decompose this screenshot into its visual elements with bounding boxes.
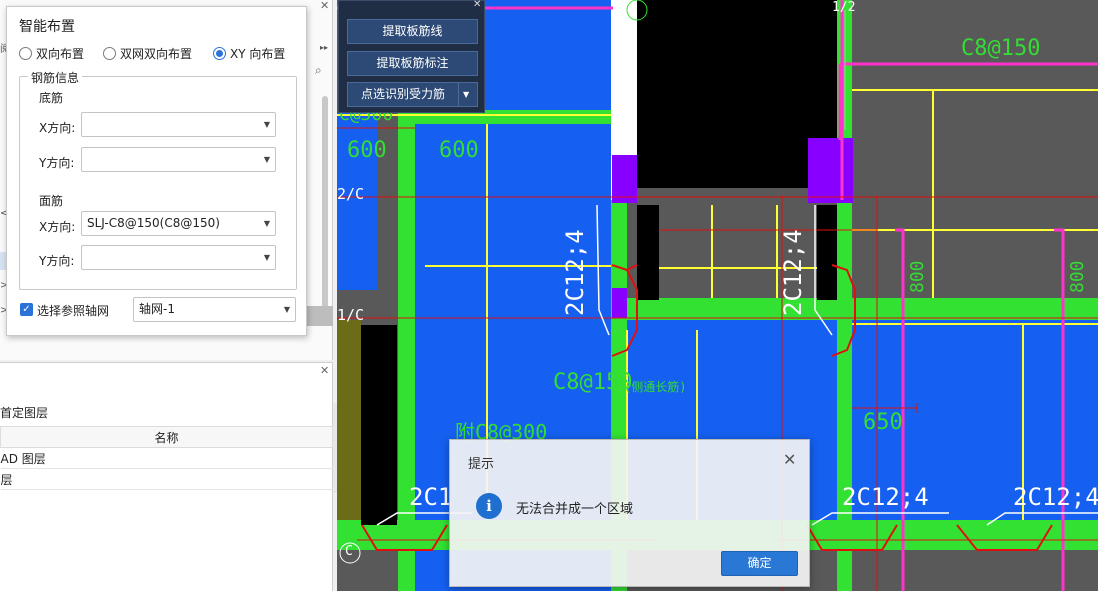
button-label: 提取板筋标注 xyxy=(376,56,449,70)
rebar-label-bottom-a: 2C12;4 xyxy=(842,483,929,511)
rebar-label-right-vertical: 2C12;4 xyxy=(779,229,807,316)
dropdown-arrow-icon[interactable]: ▼ xyxy=(284,298,290,321)
layer-row-label: AD 图层 xyxy=(0,447,333,469)
dropdown-arrow-icon[interactable]: ▼ xyxy=(264,246,270,269)
info-icon: i xyxy=(476,493,502,519)
label-c8-150-mid-note: (侧通长筋) xyxy=(624,380,687,394)
extract-rebar-labels-button[interactable]: 提取板筋标注 xyxy=(347,51,478,76)
ref-axis-checkbox-label: 选择参照轴网 xyxy=(37,304,110,318)
layer-panel-splitter[interactable] xyxy=(333,403,337,493)
rebar-label-bottom-b: 2C12;4 xyxy=(1013,483,1098,511)
table-row[interactable]: 层 xyxy=(0,468,333,490)
rebar-label-left-vertical: 2C12;4 xyxy=(561,229,589,316)
smart-layout-dialog: 智能布置 双向布置 双网双向布置 XY 向布置 钢筋信息 底筋 X方向: ▼ Y… xyxy=(6,6,307,336)
ok-button[interactable]: 确定 xyxy=(721,551,798,576)
top-y-label: Y方向: xyxy=(39,254,75,268)
extract-rebar-lines-button[interactable]: 提取板筋线 xyxy=(347,19,478,44)
label-c8-150-top: C8@150 xyxy=(961,36,1041,61)
rebar-info-group: 钢筋信息 底筋 X方向: ▼ Y方向: ▼ 面筋 X方向: SLJ-C8@150… xyxy=(19,69,297,290)
left-top-panel-close-icon[interactable]: ✕ xyxy=(320,0,329,12)
column-black-small-2 xyxy=(817,205,837,300)
dropdown-arrow-icon[interactable]: ▼ xyxy=(264,113,270,136)
radio-bidirectional[interactable]: 双向布置 xyxy=(19,45,84,62)
bottom-rebar-heading: 底筋 xyxy=(39,91,64,105)
bottom-y-label: Y方向: xyxy=(39,156,75,170)
column-black-left xyxy=(361,325,397,525)
left-gray-block xyxy=(307,306,333,326)
rebar-extract-toolbar: ✕ 提取板筋线 提取板筋标注 点选识别受力筋 ▼ xyxy=(338,0,485,113)
top-x-select[interactable]: SLJ-C8@150(C8@150) ▼ xyxy=(81,211,276,236)
info-dialog-title: 提示 xyxy=(468,457,495,472)
table-row[interactable]: AD 图层 xyxy=(0,447,333,469)
dialog-title: 智能布置 xyxy=(19,19,75,35)
rebar-label-bottom-left: 2C1 xyxy=(409,483,453,511)
dropdown-arrow-icon[interactable]: ▼ xyxy=(264,212,270,235)
radio-indicator[interactable] xyxy=(19,47,32,60)
beam-h1 xyxy=(627,298,1098,320)
radio-label: 双网双向布置 xyxy=(120,47,193,61)
axis-grid-select[interactable]: 轴网-1 ▼ xyxy=(133,297,296,322)
pick-identify-rebar-button[interactable]: 点选识别受力筋 ▼ xyxy=(347,82,478,107)
search-icon[interactable]: ⌕ xyxy=(315,63,322,78)
layer-table: 名称 AD 图层 层 xyxy=(0,426,333,490)
label-800-b: 800 xyxy=(1067,260,1088,293)
axis-label-2: 2 xyxy=(630,1,638,16)
bottom-y-select[interactable]: ▼ xyxy=(81,147,276,172)
layer-panel-heading: 首定图层 xyxy=(0,406,49,420)
scrollbar-thumb[interactable] xyxy=(322,96,328,322)
caret-down-icon[interactable]: ▼ xyxy=(463,83,469,106)
axis-label-2-c: 2/C xyxy=(337,185,365,203)
top-y-select[interactable]: ▼ xyxy=(81,245,276,270)
radio-xy[interactable]: XY 向布置 xyxy=(213,45,285,62)
chevron-right-icon[interactable]: ▸▸ xyxy=(320,43,328,52)
purple-pad-1 xyxy=(612,155,637,203)
column-black-top xyxy=(637,0,837,188)
radio-indicator[interactable] xyxy=(103,47,116,60)
toolbar-close-icon[interactable]: ✕ xyxy=(473,0,481,10)
top-rebar-heading: 面筋 xyxy=(39,194,64,208)
button-label: 点选识别受力筋 xyxy=(361,87,446,101)
button-label: 提取板筋线 xyxy=(382,24,443,38)
close-icon[interactable]: ✕ xyxy=(783,450,796,469)
purple-pad-3 xyxy=(612,288,627,318)
column-black-small xyxy=(637,205,659,300)
label-600-b: 600 xyxy=(439,138,479,163)
select-value: SLJ-C8@150(C8@150) xyxy=(87,216,220,230)
axis-label-1-2: 1/2 xyxy=(832,0,856,15)
bottom-x-label: X方向: xyxy=(39,121,76,135)
axis-label-1-c: 1/C xyxy=(337,306,365,324)
layer-table-header-name[interactable]: 名称 xyxy=(0,426,333,448)
rebar-info-legend: 钢筋信息 xyxy=(28,69,83,86)
radio-indicator-selected[interactable] xyxy=(213,47,226,60)
info-message: 无法合并成一个区域 xyxy=(516,502,634,517)
button-label: 确定 xyxy=(747,556,772,570)
label-c8-150-mid: C8@150 xyxy=(553,370,633,395)
axis-label-c: C xyxy=(345,544,353,559)
purple-pad-2 xyxy=(808,138,853,203)
bottom-x-select[interactable]: ▼ xyxy=(81,112,276,137)
top-x-label: X方向: xyxy=(39,220,76,234)
dropdown-arrow-icon[interactable]: ▼ xyxy=(264,148,270,171)
label-600-a: 600 xyxy=(347,138,387,163)
radio-label: XY 向布置 xyxy=(230,47,286,61)
label-650: 650 xyxy=(863,410,903,435)
layer-panel-close-icon[interactable]: ✕ xyxy=(320,364,329,377)
ref-axis-checkbox[interactable]: ✓ xyxy=(20,303,33,316)
radio-double-net[interactable]: 双网双向布置 xyxy=(103,45,192,62)
olive-area xyxy=(337,320,361,530)
label-800-a: 800 xyxy=(907,260,928,293)
select-value: 轴网-1 xyxy=(139,302,175,316)
info-dialog: 提示 ✕ i 无法合并成一个区域 确定 xyxy=(449,439,810,587)
split-divider xyxy=(458,83,459,106)
radio-label: 双向布置 xyxy=(36,47,85,61)
layer-row-label: 层 xyxy=(0,468,333,490)
